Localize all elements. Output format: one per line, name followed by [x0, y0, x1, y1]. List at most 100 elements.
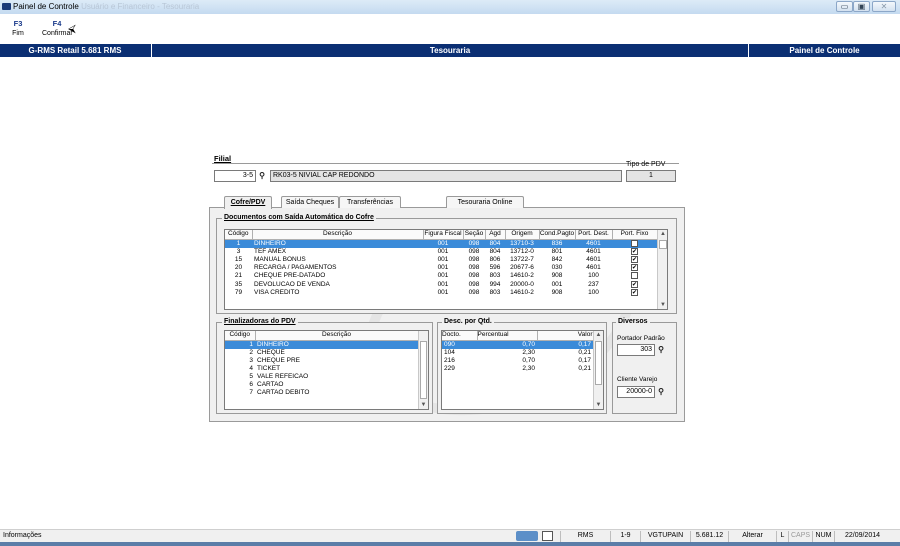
tab-cofre-pdv[interactable]: Cofre/PDV [224, 196, 272, 209]
close-button[interactable]: ✕ [872, 1, 896, 12]
scroll-thumb[interactable] [595, 341, 602, 385]
desconto-column-header[interactable]: Docto. [442, 331, 478, 341]
docs-legend: Documentos com Saída Automática do Cofre [222, 214, 376, 221]
table-cell: 908 [551, 288, 563, 296]
list-item[interactable]: 6 CARTAO [225, 381, 418, 389]
table-cell: 1 [225, 239, 252, 248]
docs-column-header[interactable]: Port. Fixo [612, 230, 658, 240]
table-cell: 216 [444, 356, 455, 364]
table-row[interactable]: 15 MANUAL BONUS 001 098 806 13722-7 842 4601 ✔ [225, 255, 657, 264]
header-center: Tesouraria [429, 46, 471, 55]
list-item[interactable]: 2 CHEQUE [225, 349, 418, 357]
tab-transferencias[interactable]: Transferências [339, 196, 401, 208]
table-row[interactable]: 216 0,70 0,17 [442, 357, 593, 365]
table-row[interactable]: 20 RECARGA / PAGAMENTOS 001 098 596 20677-6 03… [225, 264, 657, 272]
table-cell: 806 [489, 256, 501, 264]
tipo-pdv-field: 1 [626, 170, 676, 182]
table-cell: TICKET [257, 364, 281, 372]
table-row[interactable]: 229 2,30 0,21 [442, 365, 593, 373]
desconto-column-header[interactable]: Percentual [477, 331, 538, 341]
table-row[interactable]: 21 CHEQUE PRE-DATADO 001 098 803 14610-2 908 10… [225, 272, 657, 280]
docs-scrollbar[interactable]: ▲ ▼ [657, 230, 667, 309]
table-cell: 13722-7 [510, 256, 534, 264]
table-cell: 2,30 [522, 364, 535, 372]
port-fixo-checkbox[interactable] [631, 272, 638, 280]
table-cell: 20677-6 [510, 264, 534, 272]
port-fixo-checkbox[interactable]: ✔ [631, 264, 638, 272]
table-row[interactable]: 1 DINHEIRO 001 098 804 13710-3 836 4601 ✔ [225, 239, 657, 248]
table-cell: 1 [225, 340, 255, 349]
finalizadoras-column-header[interactable]: Descrição [255, 331, 419, 341]
table-cell: 001 [437, 288, 449, 296]
table-cell: 804 [485, 239, 505, 248]
binoculars-icon[interactable]: ⚲ [656, 387, 666, 397]
table-cell: 13712-0 [510, 247, 534, 255]
table-cell: 2,30 [522, 348, 535, 356]
docs-column-header[interactable]: Port. Dest. [575, 230, 613, 240]
table-cell: 20000-0 [510, 280, 534, 288]
docs-column-header[interactable]: Seção [463, 230, 486, 240]
table-cell: 804 [489, 247, 501, 255]
port-fixo-checkbox[interactable]: ✔ [631, 288, 638, 296]
tab-saida-cheques[interactable]: Saída Cheques [281, 196, 339, 208]
list-item[interactable]: 5 VALE REFEICAO [225, 373, 418, 381]
table-row[interactable]: 104 2,30 0,21 [442, 349, 593, 357]
tab-tesouraria-online[interactable]: Tesouraria Online [446, 196, 524, 208]
table-row[interactable]: 090 0,70 0,17 [442, 340, 593, 349]
toolbar [0, 14, 900, 44]
table-cell: 0,70 [522, 356, 535, 364]
window-title-faded: Usuário e Financeiro - Tesouraria [81, 2, 200, 11]
filial-code-input[interactable]: 3-5 [214, 170, 256, 182]
table-cell: VALE REFEICAO [257, 372, 309, 380]
table-row[interactable]: 3 TEF AMEX 001 098 804 13712-0 801 4601 ✔ [225, 247, 657, 256]
desconto-scrollbar[interactable]: ▲ ▼ [593, 331, 603, 409]
table-cell: TEF AMEX [254, 247, 287, 255]
binoculars-icon[interactable]: ⚲ [257, 171, 267, 181]
portador-input[interactable]: 303 [617, 344, 655, 356]
port-fixo-cell: ✔ [612, 280, 657, 289]
port-fixo-checkbox[interactable]: ✔ [631, 255, 638, 263]
docs-column-header[interactable]: Descrição [252, 230, 424, 240]
table-cell: 994 [489, 280, 501, 288]
list-item[interactable]: 7 CARTAO DEBITO [225, 389, 418, 397]
table-row[interactable]: 79 VISA CREDITO 001 098 803 14610-2 908 100 ✔ [225, 288, 657, 297]
scroll-thumb[interactable] [659, 240, 667, 249]
table-cell: 001 [423, 239, 463, 248]
network-icon [516, 531, 538, 541]
scroll-up-icon[interactable]: ▲ [658, 230, 667, 238]
docs-column-header[interactable]: Figura Fiscal [423, 230, 464, 240]
finalizadoras-scrollbar[interactable]: ▼ [418, 331, 428, 409]
table-cell: 001 [437, 272, 449, 280]
docs-column-header[interactable]: Cond.Pagto [539, 230, 576, 240]
list-item[interactable]: 4 TICKET [225, 365, 418, 373]
port-fixo-checkbox[interactable]: ✔ [631, 280, 638, 288]
table-cell: 7 [249, 388, 253, 396]
docs-column-header[interactable]: Origem [505, 230, 540, 240]
filial-label: Filial [214, 154, 232, 163]
scroll-thumb[interactable] [420, 341, 427, 399]
scroll-down-icon[interactable]: ▼ [594, 401, 603, 409]
binoculars-icon[interactable]: ⚲ [656, 345, 666, 355]
list-item[interactable]: 3 CHEQUE PRE [225, 357, 418, 365]
finalizadoras-table: Código Descrição 1 DINHEIRO 2 CHEQUE 3 CHEQUE … [225, 331, 419, 397]
scroll-down-icon[interactable]: ▼ [419, 401, 428, 409]
fim-button[interactable]: F3 Fim [3, 17, 33, 41]
scroll-up-icon[interactable]: ▲ [594, 331, 603, 339]
header-left: G-RMS Retail 5.681 RMS [28, 46, 122, 55]
cliente-input[interactable]: 20000-0 [617, 386, 655, 398]
list-item[interactable]: 1 DINHEIRO [225, 340, 418, 349]
table-cell: 596 [489, 264, 501, 272]
minimize-button[interactable]: ▭ [836, 1, 853, 12]
scroll-down-icon[interactable]: ▼ [658, 301, 667, 309]
docs-column-header[interactable]: Código [225, 230, 253, 240]
finalizadoras-column-header[interactable]: Código [225, 331, 256, 341]
maximize-button[interactable]: ▣ [853, 1, 870, 12]
window-title: Painel de Controle Usuário e Financeiro … [13, 2, 199, 11]
diversos-legend: Diversos [616, 318, 650, 325]
port-fixo-checkbox[interactable]: ✔ [631, 239, 638, 247]
table-cell: 098 [468, 264, 480, 272]
table-row[interactable]: 35 DEVOLUCAO DE VENDA 001 098 994 20000-0 001 2… [225, 280, 657, 289]
port-fixo-checkbox[interactable]: ✔ [631, 247, 638, 255]
docs-column-header[interactable]: Agd [485, 230, 506, 240]
desconto-column-header[interactable]: Valor [537, 331, 594, 341]
